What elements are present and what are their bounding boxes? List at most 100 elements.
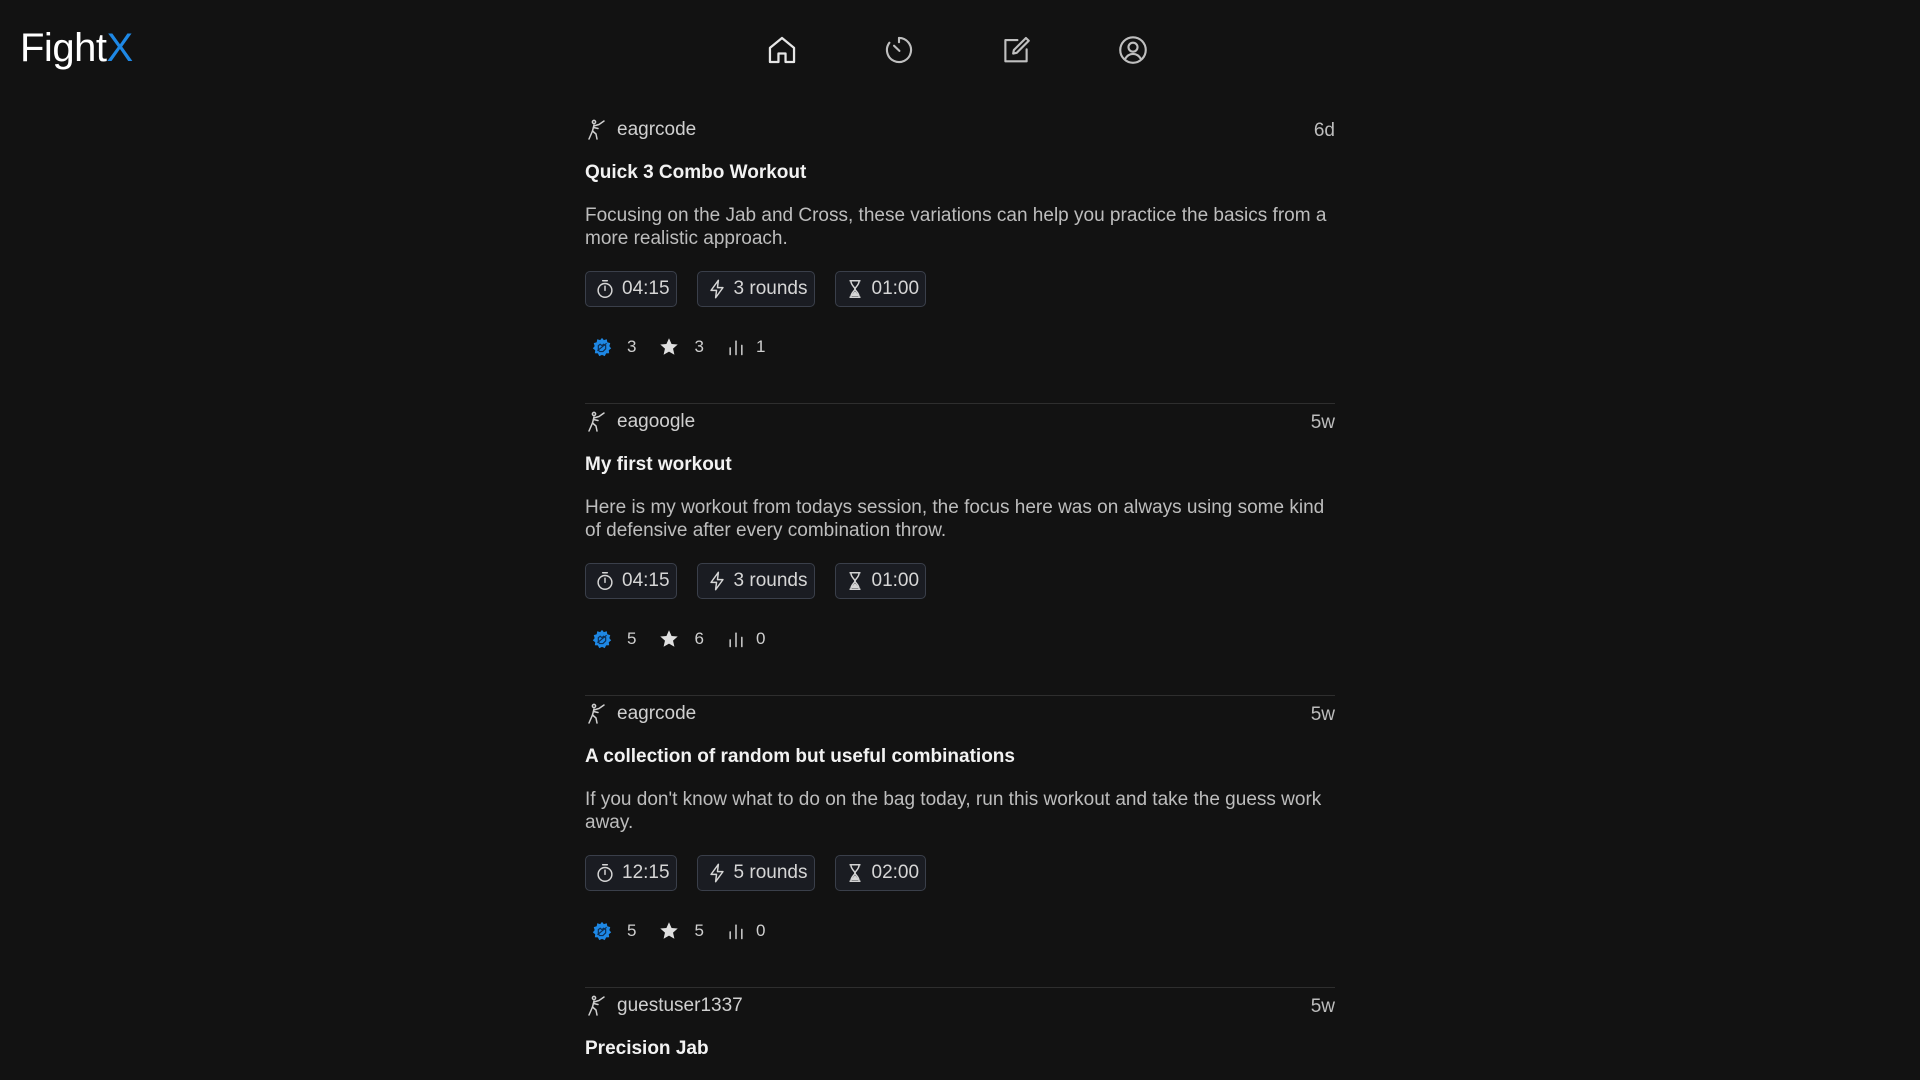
logo-text: Fight — [20, 26, 107, 70]
like-count: 5 — [627, 629, 637, 648]
stopwatch-icon — [597, 864, 613, 882]
post-header: eagoogle 5w — [585, 410, 1335, 440]
post-title[interactable]: A collection of random but useful combin… — [585, 746, 1015, 768]
workout-post: eagrcode 5w A collection of random but u… — [585, 696, 1335, 988]
duration-chip: 12:15 — [585, 855, 677, 891]
author-name: eagoogle — [617, 411, 696, 432]
rounds-chip: 5 rounds — [696, 855, 815, 891]
rounds-value: 3 rounds — [733, 570, 808, 591]
like-stat[interactable]: 5 — [591, 920, 636, 942]
duration-value: 12:15 — [622, 862, 670, 883]
post-age: 5w — [1310, 412, 1335, 433]
post-author[interactable]: eagrcode — [585, 702, 696, 726]
post-description: Focusing on the Jab and Cross, these var… — [585, 205, 1327, 249]
like-stat[interactable]: 3 — [591, 336, 636, 358]
post-header: guestuser1337 5w — [585, 994, 1335, 1024]
post-title[interactable]: My first workout — [585, 454, 732, 476]
post-description: If you don't know what to do on the bag … — [585, 789, 1322, 833]
fist-icon — [592, 337, 612, 357]
star-stat[interactable]: 3 — [658, 336, 704, 358]
workout-details: 12:15 5 rounds 02:00 — [585, 855, 927, 891]
hourglass-icon — [849, 280, 860, 298]
duration-value: 04:15 — [622, 570, 670, 591]
fighter-icon — [588, 995, 605, 1016]
duration-chip: 04:15 — [585, 563, 677, 599]
logo-accent: X — [106, 26, 133, 70]
fighter-icon — [588, 703, 605, 724]
post-stats: 5 6 0 — [591, 628, 787, 650]
post-stats: 3 3 1 — [591, 336, 787, 358]
star-icon — [660, 630, 679, 647]
post-author[interactable]: guestuser1337 — [585, 994, 743, 1018]
hourglass-icon — [849, 572, 860, 590]
rounds-value: 5 rounds — [733, 862, 808, 883]
plays-stat: 0 — [726, 629, 765, 649]
edit-icon — [1004, 36, 1030, 63]
star-stat[interactable]: 5 — [658, 920, 704, 942]
post-title[interactable]: Quick 3 Combo Workout — [585, 162, 806, 184]
plays-stat: 0 — [726, 921, 765, 941]
post-author[interactable]: eagrcode — [585, 118, 696, 142]
rest-value: 02:00 — [871, 862, 920, 883]
post-age: 5w — [1310, 704, 1335, 725]
fist-icon — [592, 629, 612, 649]
star-count: 3 — [694, 337, 704, 356]
post-title[interactable]: Precision Jab — [585, 1038, 709, 1060]
plays-stat: 1 — [726, 337, 765, 357]
workout-details: 04:15 3 rounds 01:00 — [585, 563, 927, 599]
like-count: 5 — [627, 921, 637, 940]
rounds-value: 3 rounds — [733, 278, 808, 299]
plays-count: 0 — [755, 629, 766, 648]
post-stats: 5 5 0 — [591, 920, 787, 942]
hourglass-icon — [849, 864, 860, 882]
post-header: eagrcode 5w — [585, 702, 1335, 732]
workout-post: eagrcode 6d Quick 3 Combo Workout Focusi… — [585, 112, 1335, 404]
nav-timer[interactable] — [877, 28, 921, 72]
bar-chart-icon — [729, 340, 743, 356]
bar-chart-icon — [729, 924, 743, 940]
lightning-icon — [709, 571, 724, 591]
app-logo[interactable]: FightX — [20, 24, 133, 72]
star-icon — [660, 338, 679, 355]
author-name: eagrcode — [617, 703, 697, 724]
timer-icon — [885, 36, 913, 64]
lightning-icon — [709, 279, 724, 299]
workout-post: guestuser1337 5w Precision Jab — [585, 988, 1335, 1068]
author-name: eagrcode — [617, 119, 697, 140]
nav-profile[interactable] — [1111, 28, 1155, 72]
lightning-icon — [709, 863, 724, 883]
nav-home[interactable] — [760, 28, 804, 72]
rest-chip: 01:00 — [834, 271, 927, 307]
bar-chart-icon — [729, 632, 743, 648]
rounds-chip: 3 rounds — [696, 563, 815, 599]
fighter-icon — [588, 411, 605, 432]
like-stat[interactable]: 5 — [591, 628, 636, 650]
post-header: eagrcode 6d — [585, 118, 1335, 148]
nav-create[interactable] — [994, 28, 1038, 72]
star-icon — [660, 922, 679, 939]
home-icon — [768, 36, 796, 64]
post-author[interactable]: eagoogle — [585, 410, 695, 434]
workout-feed: eagrcode 6d Quick 3 Combo Workout Focusi… — [585, 112, 1335, 1068]
stopwatch-icon — [597, 280, 613, 298]
post-age: 6d — [1313, 120, 1335, 141]
fighter-icon — [588, 119, 605, 140]
workout-details: 04:15 3 rounds 01:00 — [585, 271, 927, 307]
duration-chip: 04:15 — [585, 271, 677, 307]
rest-chip: 02:00 — [834, 855, 927, 891]
rest-value: 01:00 — [871, 278, 920, 299]
author-name: guestuser1337 — [617, 995, 743, 1016]
plays-count: 0 — [755, 921, 766, 940]
like-count: 3 — [627, 337, 637, 356]
post-age: 5w — [1310, 996, 1335, 1017]
fist-icon — [592, 921, 612, 941]
main-nav — [760, 28, 1160, 72]
star-stat[interactable]: 6 — [658, 628, 704, 650]
post-description: Here is my workout from todays session, … — [585, 497, 1325, 541]
rounds-chip: 3 rounds — [696, 271, 815, 307]
rest-chip: 01:00 — [834, 563, 927, 599]
workout-post: eagoogle 5w My first workout Here is my … — [585, 404, 1335, 696]
stopwatch-icon — [597, 572, 613, 590]
star-count: 6 — [694, 629, 704, 648]
star-count: 5 — [694, 921, 704, 940]
